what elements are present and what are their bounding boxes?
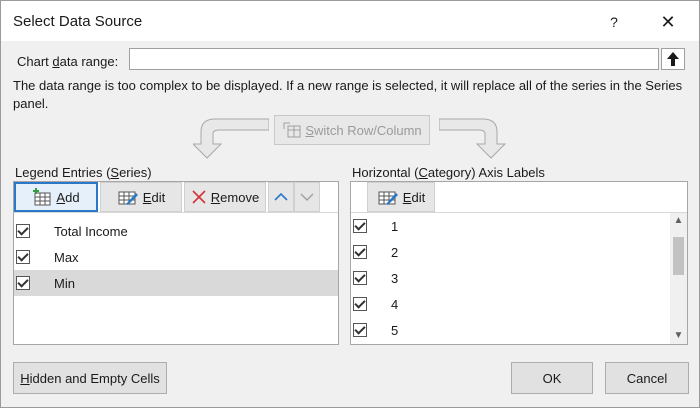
axis-labels-title: Horizontal (Category) Axis Labels	[352, 165, 545, 180]
label-checkbox[interactable]	[353, 297, 367, 311]
legend-row-min[interactable]: Min	[14, 270, 338, 296]
curved-arrow-left-icon	[193, 118, 269, 159]
chevron-up-icon	[274, 192, 288, 201]
axis-label-value: 1	[391, 218, 399, 234]
legend-row-total-income[interactable]: Total Income	[14, 218, 338, 244]
chevron-down-icon	[300, 193, 314, 201]
select-data-source-dialog: Select Data Source ? ✕ Chart data range:…	[0, 0, 700, 408]
scroll-up-arrow-icon[interactable]: ▲	[670, 213, 687, 229]
scrollbar-thumb[interactable]	[673, 237, 684, 275]
edit-table-icon	[118, 191, 138, 205]
axis-row-3[interactable]: 3	[351, 265, 687, 291]
move-up-button[interactable]	[268, 182, 294, 212]
dialog-title: Select Data Source	[13, 13, 143, 30]
legend-toolbar: Add Edit Remove	[14, 182, 338, 212]
switch-row-column-button[interactable]: Switch Row/Column	[274, 115, 430, 145]
hidden-empty-cells-button[interactable]: Hidden and Empty Cells	[13, 362, 167, 394]
remove-x-icon	[192, 190, 206, 204]
add-series-button[interactable]: Add	[14, 182, 98, 212]
switch-row-column-icon	[283, 122, 301, 138]
axis-row-4[interactable]: 4	[351, 291, 687, 317]
cancel-button[interactable]: Cancel	[605, 362, 689, 394]
help-button[interactable]: ?	[603, 11, 625, 33]
move-down-button[interactable]	[294, 182, 320, 212]
axis-row-1[interactable]: 1	[351, 213, 687, 239]
axis-toolbar: Edit	[351, 182, 687, 212]
up-arrow-icon	[667, 52, 679, 66]
series-checkbox[interactable]	[16, 250, 30, 264]
series-checkbox[interactable]	[16, 224, 30, 238]
axis-label-value: 3	[391, 270, 399, 286]
remove-series-button[interactable]: Remove	[184, 182, 266, 212]
ok-button[interactable]: OK	[511, 362, 593, 394]
collapse-range-button[interactable]	[661, 48, 685, 70]
axis-row-5[interactable]: 5	[351, 317, 687, 343]
axis-label-value: 5	[391, 322, 399, 338]
series-checkbox[interactable]	[16, 276, 30, 290]
chart-data-range-input[interactable]	[129, 48, 659, 70]
curved-arrow-right-icon	[439, 118, 507, 159]
chart-data-range-label: Chart data range:	[17, 54, 119, 69]
axis-label-value: 4	[391, 296, 399, 312]
axis-labels-panel: Edit 1 2 3 4 5 ▲ ▼	[350, 181, 688, 345]
series-name: Max	[54, 249, 79, 265]
range-info-text: The data range is too complex to be disp…	[13, 78, 683, 111]
close-button[interactable]: ✕	[657, 11, 679, 33]
label-checkbox[interactable]	[353, 271, 367, 285]
legend-row-max[interactable]: Max	[14, 244, 338, 270]
label-checkbox[interactable]	[353, 219, 367, 233]
scroll-down-arrow-icon[interactable]: ▼	[670, 328, 687, 344]
edit-table-icon	[378, 191, 398, 205]
legend-entries-title: Legend Entries (Series)	[15, 165, 152, 180]
label-checkbox[interactable]	[353, 245, 367, 259]
add-table-icon	[33, 188, 51, 206]
series-name: Total Income	[54, 223, 128, 239]
label-checkbox[interactable]	[353, 323, 367, 337]
axis-label-value: 2	[391, 244, 399, 260]
axis-row-2[interactable]: 2	[351, 239, 687, 265]
edit-series-button[interactable]: Edit	[100, 182, 182, 212]
axis-labels-scrollbar[interactable]: ▲ ▼	[670, 213, 687, 344]
edit-axis-labels-button[interactable]: Edit	[367, 182, 435, 212]
legend-entries-panel: Add Edit Remove Total Income Max Min	[13, 181, 339, 345]
legend-toolbar-divider	[14, 212, 338, 213]
title-bar: Select Data Source ? ✕	[1, 1, 699, 41]
series-name: Min	[54, 275, 75, 291]
